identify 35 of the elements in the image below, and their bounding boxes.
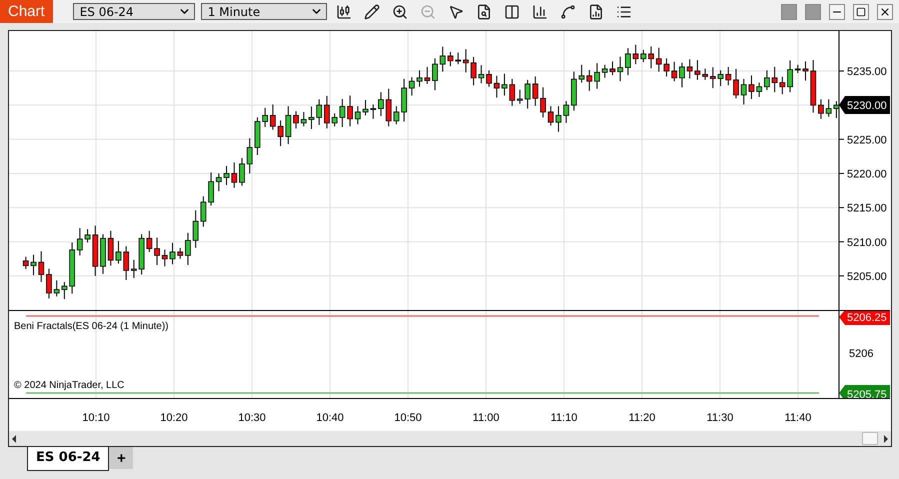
indicator-name: Beni Fractals(ES 06-24 (1 Minute)) — [14, 321, 169, 332]
window-option-button[interactable] — [781, 4, 797, 20]
price-axis-label: 5235.00 — [847, 66, 887, 78]
time-axis-label: 11:30 — [706, 412, 734, 424]
time-axis-label: 10:30 — [238, 412, 266, 424]
current-price-tag: 5230.00 — [839, 96, 890, 114]
window-title: Chart — [0, 0, 53, 23]
maximize-icon — [856, 6, 866, 16]
chart-tab[interactable]: ES 06-24 — [27, 447, 110, 471]
price-axis-label: 5210.00 — [847, 236, 887, 249]
close-icon — [879, 6, 891, 18]
time-axis-label: 11:00 — [472, 412, 500, 424]
add-tab-button[interactable]: + — [109, 447, 134, 469]
time-axis-label: 10:20 — [160, 412, 188, 424]
interval-dropdown[interactable]: 1 Minute — [200, 3, 327, 20]
time-axis-label: 10:10 — [82, 412, 110, 424]
time-axis-label: 11:20 — [628, 412, 656, 424]
time-axis-label: 10:40 — [316, 412, 344, 424]
time-axis-label: 11:10 — [550, 412, 578, 424]
maximize-button[interactable] — [853, 4, 869, 20]
time-axis-label: 10:50 — [394, 412, 422, 424]
price-axis-label: 5215.00 — [847, 202, 887, 215]
minimize-button[interactable] — [829, 4, 845, 20]
price-axis-label: 5205.00 — [847, 270, 887, 283]
time-axis-label: 11:40 — [784, 412, 812, 424]
close-button[interactable] — [877, 4, 893, 20]
copyright-text: © 2024 NinjaTrader, LLC — [14, 380, 124, 391]
lower-level-tag: 5205.75 — [839, 385, 890, 399]
price-axis-label: 5220.00 — [847, 168, 887, 180]
horizontal-scrollbar[interactable] — [9, 431, 891, 446]
instrument-dropdown[interactable]: ES 06-24 — [72, 3, 195, 20]
window-option-button[interactable] — [805, 4, 821, 20]
price-axis-label: 5225.00 — [847, 134, 887, 146]
upper-level-tag: 5206.25 — [839, 311, 890, 325]
indicator-axis-label: 5206 — [849, 348, 874, 360]
